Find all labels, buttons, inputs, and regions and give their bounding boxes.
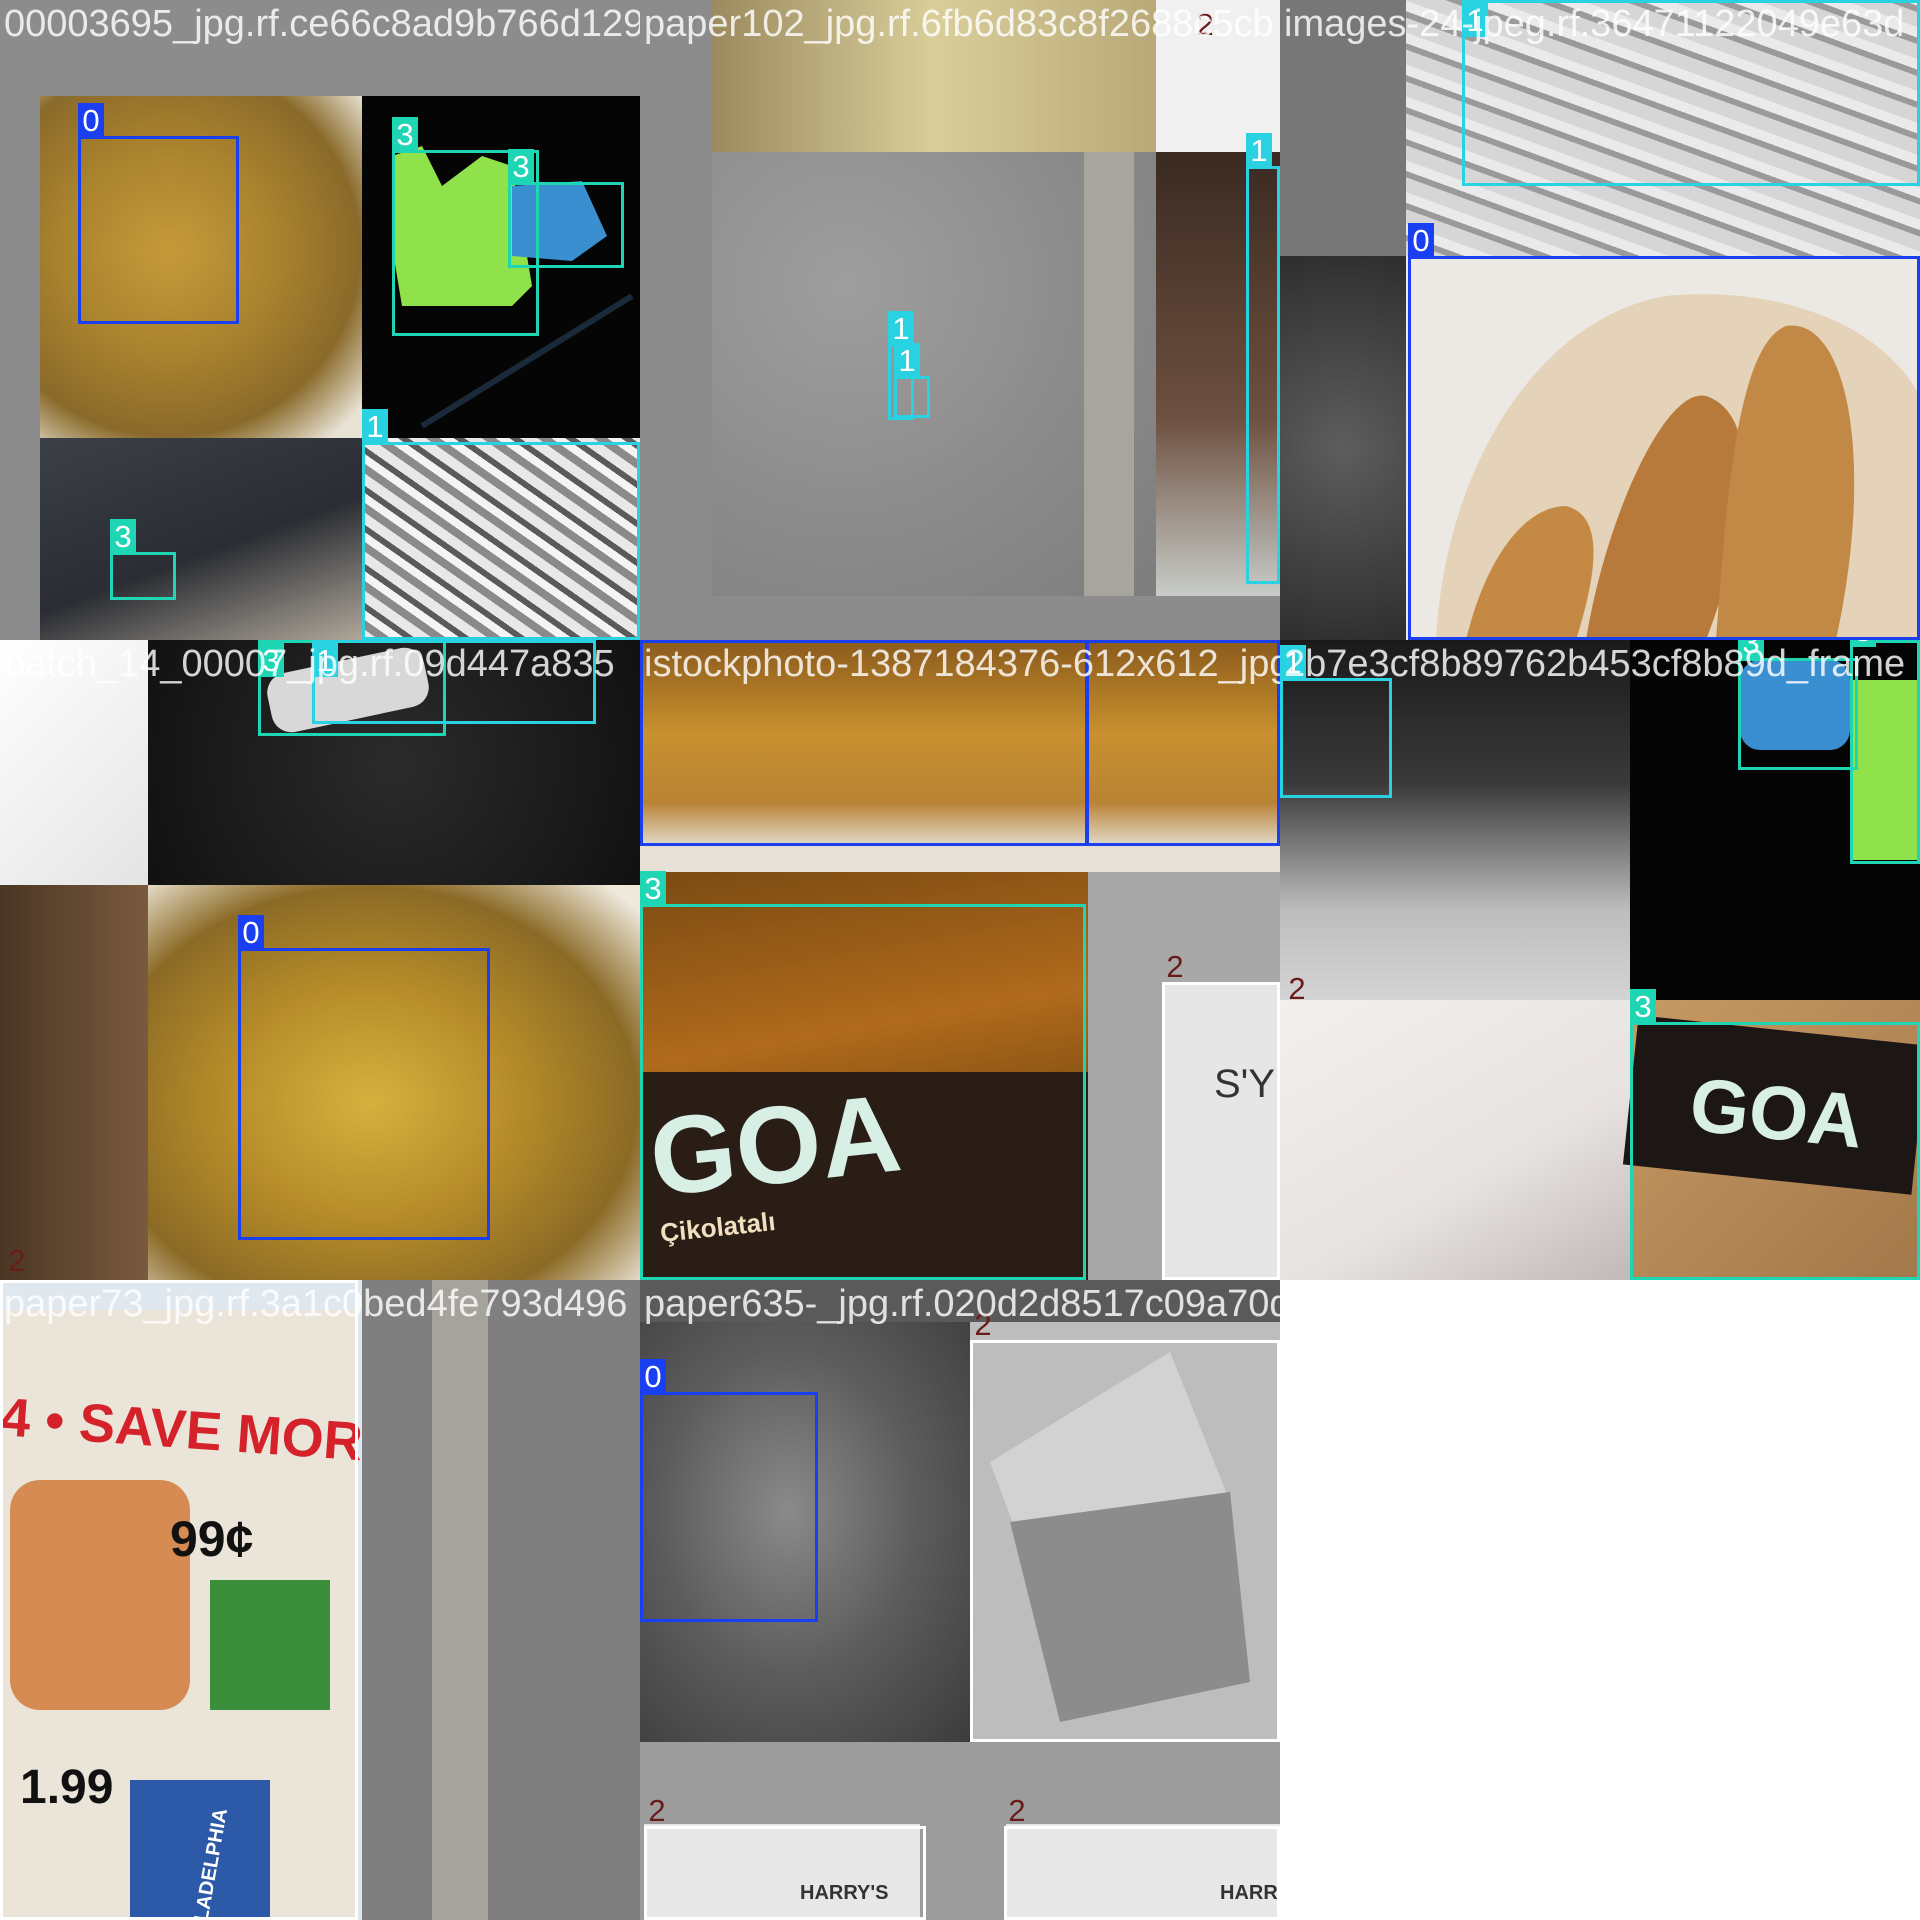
- class-label: 0: [238, 915, 264, 950]
- class-label: 0: [1408, 223, 1434, 258]
- tile-3: 1 0 images-24-jpeg.rf.36471122049e63d: [1280, 0, 1920, 640]
- class-label: 2: [1166, 949, 1184, 984]
- bbox-class-3: 3: [508, 149, 624, 268]
- ground-photo: [1280, 256, 1406, 640]
- class-label: 0: [1086, 640, 1112, 642]
- street-photo: [40, 438, 362, 640]
- class-label: 3: [640, 871, 666, 906]
- bbox-class-1: 1: [1246, 133, 1280, 584]
- bbox-class-1: 1: [1280, 645, 1392, 798]
- class-label: 3: [508, 149, 534, 184]
- class-label: 2: [1288, 971, 1306, 1006]
- bbox-class-0: 0: [1408, 223, 1920, 640]
- curb-2: [432, 1280, 488, 1920]
- class-label: 3: [110, 519, 136, 554]
- class-label: 0: [640, 1359, 666, 1394]
- class-label: 1: [1246, 133, 1272, 168]
- bbox-class-3: 3: [110, 519, 176, 600]
- bbox-class-2: 2: [970, 1307, 1280, 1742]
- tile-2: 1 1 1 2 paper102_jpg.rf.6fb6d83c8f2688c5…: [640, 0, 1280, 640]
- bbox-class-1: 1: [362, 409, 640, 640]
- class-label: 1: [888, 311, 914, 346]
- tile-1: 0 3 3 1 3 00003695_jpg.rf.ce66c8ad9b766d…: [0, 0, 640, 640]
- class-label: 1: [894, 343, 920, 378]
- class-label: 3: [392, 117, 418, 152]
- bbox-class-0: 0: [238, 915, 490, 1240]
- filename-label: images-24-jpeg.rf.36471122049e63d: [1284, 3, 1905, 45]
- bbox-class-2: 2: [1162, 949, 1280, 1280]
- class-label: 2: [8, 1243, 26, 1278]
- bbox-class-2: 2: [644, 1793, 926, 1920]
- bbox-class-0: 0: [78, 103, 239, 324]
- tile-5: GOA Çikolatalı S'Y 0 0 3 2 istockphoto-1…: [640, 640, 1280, 1280]
- filename-label: istockphoto-1387184376-612x612_jpg: [644, 643, 1280, 685]
- mosaic-grid: 0 3 3 1 3 00003695_jpg.rf.ce66c8ad9b766d…: [0, 0, 1920, 1920]
- bbox-class-0: 0: [640, 1359, 818, 1622]
- filename-label: 00003695_jpg.rf.ce66c8ad9b766d129b: [4, 3, 640, 45]
- bbox-class-2: 2: [0, 1280, 358, 1920]
- asphalt-photo: [712, 152, 1156, 596]
- curb: [1084, 152, 1134, 596]
- tile-8: HARRY'S HARR 0 2 2 2 paper635-_jpg.rf.02…: [640, 1280, 1280, 1920]
- bbox-class-3: 3: [640, 871, 1086, 1280]
- tile-4: 3 1 0 2 batch_14_00007_jpg.rf.09d447a835: [0, 640, 640, 1280]
- paper-photo: [1280, 1000, 1630, 1280]
- bbox-class-2: 2: [1284, 971, 1305, 1010]
- tile-7: 4 • SAVE MORE 99¢ 1.99 PHILADELPHIA 2 pa…: [0, 1280, 640, 1920]
- class-label: 0: [78, 103, 104, 138]
- wood-photo: [0, 885, 148, 1280]
- sidewalk-photo: [362, 1280, 640, 1920]
- class-label: 2: [1008, 1793, 1026, 1828]
- filename-label: 2b7e3cf8b89762b453cf8b89d_frame: [1284, 643, 1906, 685]
- class-label: 1: [362, 409, 388, 444]
- class-label: 2: [648, 1793, 666, 1828]
- class-label: 2: [0, 1280, 26, 1282]
- bbox-class-3: 3: [1630, 989, 1920, 1280]
- filename-label: batch_14_00007_jpg.rf.09d447a835: [4, 643, 615, 685]
- tile-6: GOA 1 3 3 3 2 2b7e3cf8b89762b453cf8b89d_…: [1280, 640, 1920, 1280]
- bbox-class-2: 2: [1004, 1793, 1280, 1920]
- filename-label: paper73_jpg.rf.3a1c0bed4fe793d496: [4, 1283, 628, 1325]
- filename-label: paper102_jpg.rf.6fb6d83c8f2688c5cb: [644, 3, 1274, 45]
- class-label: 3: [1630, 989, 1656, 1024]
- bbox-class-1: 1: [894, 343, 930, 418]
- class-label: 0: [640, 640, 666, 642]
- filename-label: paper635-_jpg.rf.020d2d8517c09a70d9d51: [644, 1283, 1280, 1325]
